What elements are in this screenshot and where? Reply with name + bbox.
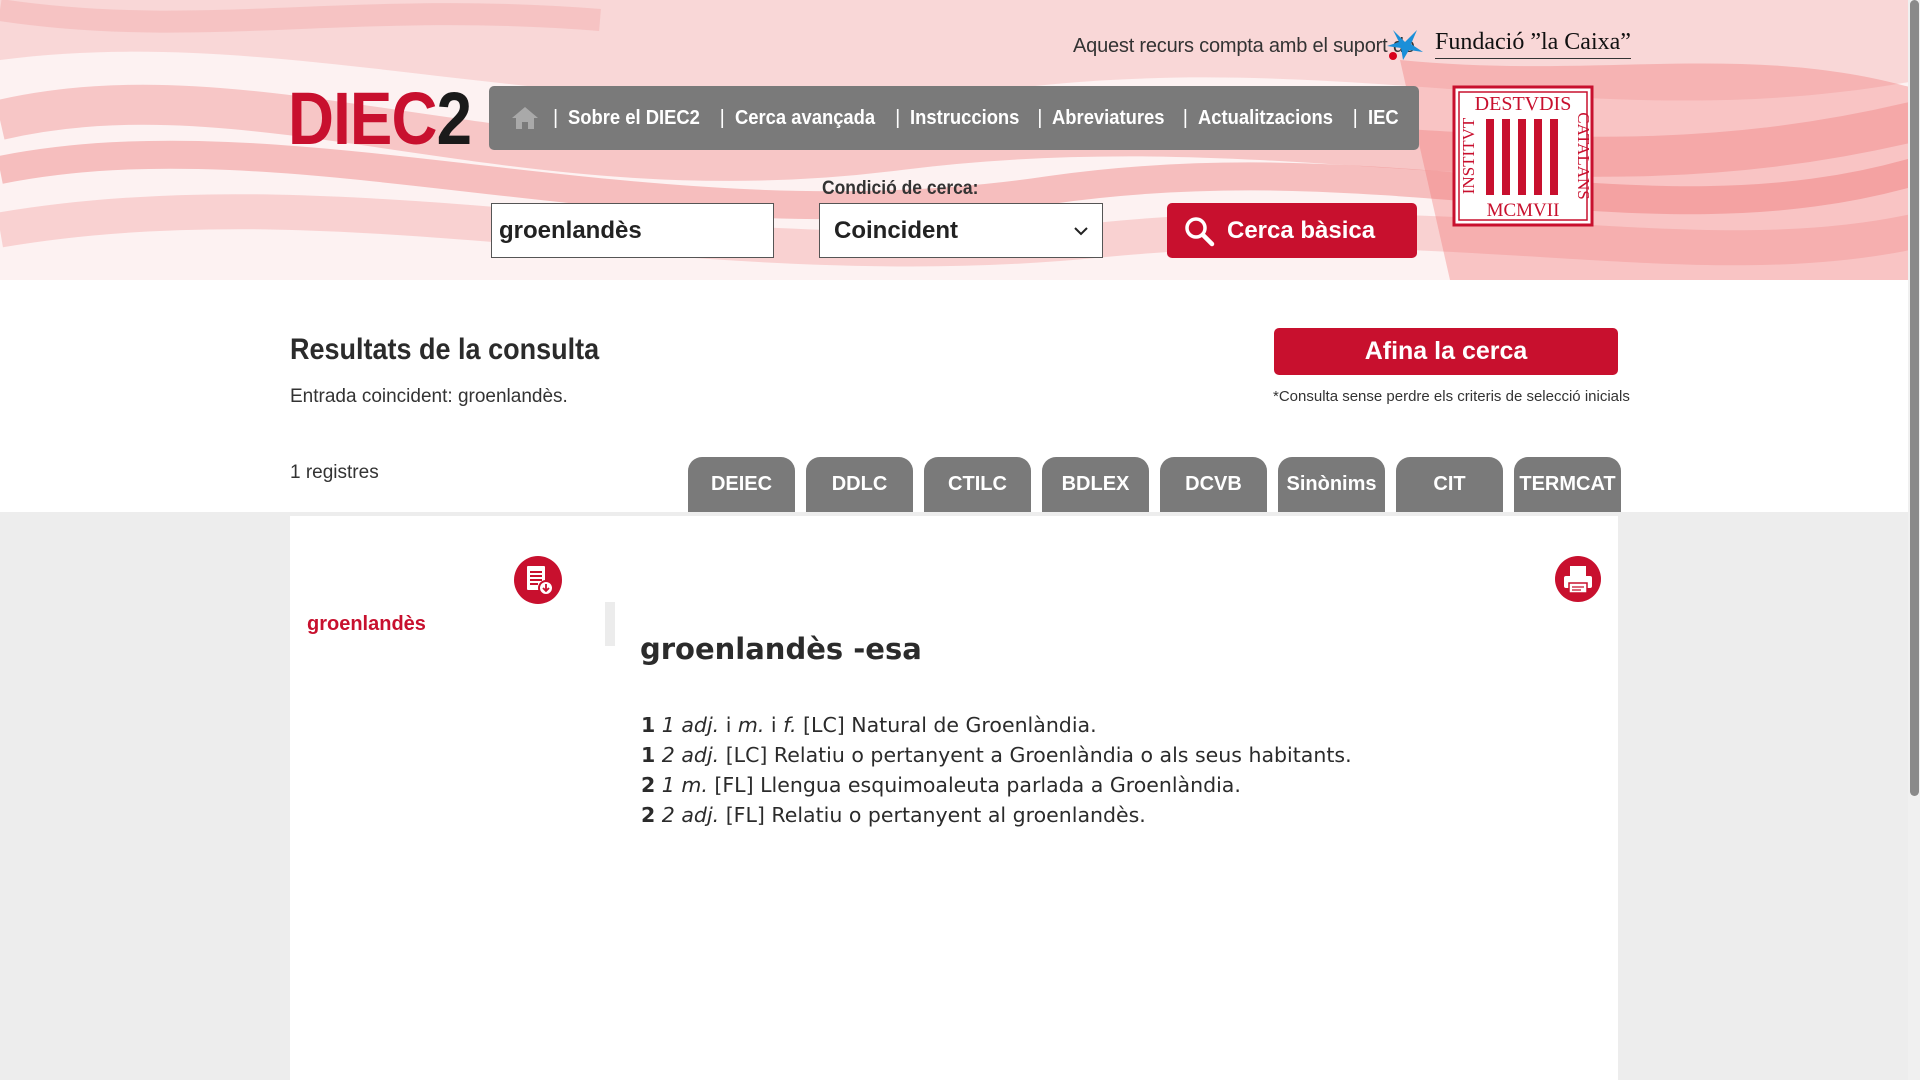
sense-row: 2 1 m. [FL] Llengua esquimoaleuta parlad… (641, 770, 1352, 800)
search-icon (1185, 216, 1215, 246)
dictionary-tabs: DEIEC DDLC CTILC BDLEX DCVB Sinònims CIT… (688, 457, 1632, 512)
sense-row: 1 2 adj. [LC] Relatiu o pertanyent a Gro… (641, 740, 1352, 770)
sense-subnumber: 2 (661, 743, 675, 767)
condition-select[interactable]: Coincident (819, 203, 1103, 258)
tab-sinonims[interactable]: Sinònims (1278, 457, 1385, 512)
sense-gram: m. (681, 773, 708, 797)
nav-item-cerca-avancada[interactable]: Cerca avançada (735, 107, 875, 130)
record-count: 1 registres (290, 462, 379, 483)
tab-cit[interactable]: CIT (1396, 457, 1503, 512)
sense-subnumber: 1 (661, 773, 675, 797)
basic-search-button[interactable]: Cerca bàsica (1167, 203, 1417, 258)
sense-subnumber: 1 (661, 713, 675, 737)
refine-search-button[interactable]: Afina la cerca (1274, 328, 1618, 375)
nav-separator: | (1352, 106, 1358, 129)
tab-ddlc[interactable]: DDLC (806, 457, 913, 512)
nav-separator: | (1037, 106, 1043, 129)
logo-main: DIEC (288, 77, 437, 160)
nav-item-instruccions[interactable]: Instruccions (910, 107, 1019, 130)
print-icon[interactable] (1554, 555, 1602, 603)
seal-right-text: CATALANS (1574, 112, 1593, 199)
diec2-logo[interactable]: DIEC2 (288, 82, 472, 156)
nav-item-iec[interactable]: IEC (1368, 107, 1399, 130)
nav-separator: | (1182, 106, 1188, 129)
sense-number: 1 (641, 743, 656, 767)
home-icon[interactable] (511, 105, 539, 131)
results-title: Resultats de la consulta (290, 333, 600, 366)
tab-dcvb[interactable]: DCVB (1160, 457, 1267, 512)
sense-number: 2 (641, 803, 656, 827)
sense-gram: m. (737, 713, 765, 737)
logo-number: 2 (436, 77, 472, 160)
sense-number: 1 (641, 713, 656, 737)
sense-text: [LC] Relatiu o pertanyent a Groenlàndia … (719, 743, 1352, 767)
tab-deiec[interactable]: DEIEC (688, 457, 795, 512)
sense-row: 2 2 adj. [FL] Relatiu o pertanyent al gr… (641, 800, 1352, 830)
sponsor-text: Aquest recurs compta amb el suport de (1073, 35, 1415, 57)
pdf-icon[interactable] (513, 555, 563, 605)
sense-number: 2 (641, 773, 656, 797)
star-icon[interactable] (1385, 26, 1425, 62)
result-word-link[interactable]: groenlandès (307, 613, 426, 636)
seal-left-text: INSTITVT (1459, 117, 1478, 194)
iec-seal-logo[interactable]: DESTVDIS MCMVII INSTITVT CATALANS (1452, 85, 1594, 227)
nav-item-abreviatures[interactable]: Abreviatures (1052, 107, 1164, 130)
chevron-down-icon (1074, 226, 1088, 235)
basic-search-label: Cerca bàsica (1227, 216, 1376, 244)
entry-senses: 1 1 adj. i m. i f. [LC] Natural de Groen… (641, 710, 1352, 830)
refine-note: *Consulta sense perdre els criteris de s… (1273, 388, 1630, 405)
sense-gram: f. (783, 713, 797, 737)
sense-gram: adj. (681, 743, 720, 767)
sense-gram: adj. (681, 803, 720, 827)
sponsor-name[interactable]: Fundació ”la Caixa” (1435, 29, 1631, 59)
results-entry-text: Entrada coincident: groenlandès. (290, 386, 568, 407)
main-nav: | Sobre el DIEC2 | Cerca avançada | Inst… (489, 86, 1419, 150)
nav-separator: | (895, 106, 901, 129)
nav-item-sobre[interactable]: Sobre el DIEC2 (568, 107, 700, 130)
nav-separator: | (553, 106, 559, 129)
tab-bdlex[interactable]: BDLEX (1042, 457, 1149, 512)
entry-headword: groenlandès -esa (640, 632, 922, 666)
sense-row: 1 1 adj. i m. i f. [LC] Natural de Groen… (641, 710, 1352, 740)
sense-conj: i (719, 713, 738, 737)
nav-item-actualitzacions[interactable]: Actualitzacions (1198, 107, 1333, 130)
scrollbar-thumb[interactable] (1910, 0, 1919, 796)
tab-termcat[interactable]: TERMCAT (1514, 457, 1621, 512)
sense-text: [FL] Llengua esquimoaleuta parlada a Gro… (707, 773, 1241, 797)
seal-bottom-text: MCMVII (1487, 200, 1560, 221)
sense-conj: i (764, 713, 784, 737)
search-input[interactable] (491, 203, 774, 258)
sense-text: [LC] Natural de Groenlàndia. (796, 713, 1097, 737)
condition-select-value: Coincident (834, 216, 958, 244)
condition-label: Condició de cerca: (822, 178, 979, 199)
divider-bar (605, 602, 615, 646)
sense-text: [FL] Relatiu o pertanyent al groenlandès… (719, 803, 1146, 827)
sense-gram: adj. (681, 713, 720, 737)
sense-subnumber: 2 (661, 803, 675, 827)
seal-top-text: DESTVDIS (1475, 93, 1572, 115)
nav-separator: | (719, 106, 725, 129)
tab-ctilc[interactable]: CTILC (924, 457, 1031, 512)
